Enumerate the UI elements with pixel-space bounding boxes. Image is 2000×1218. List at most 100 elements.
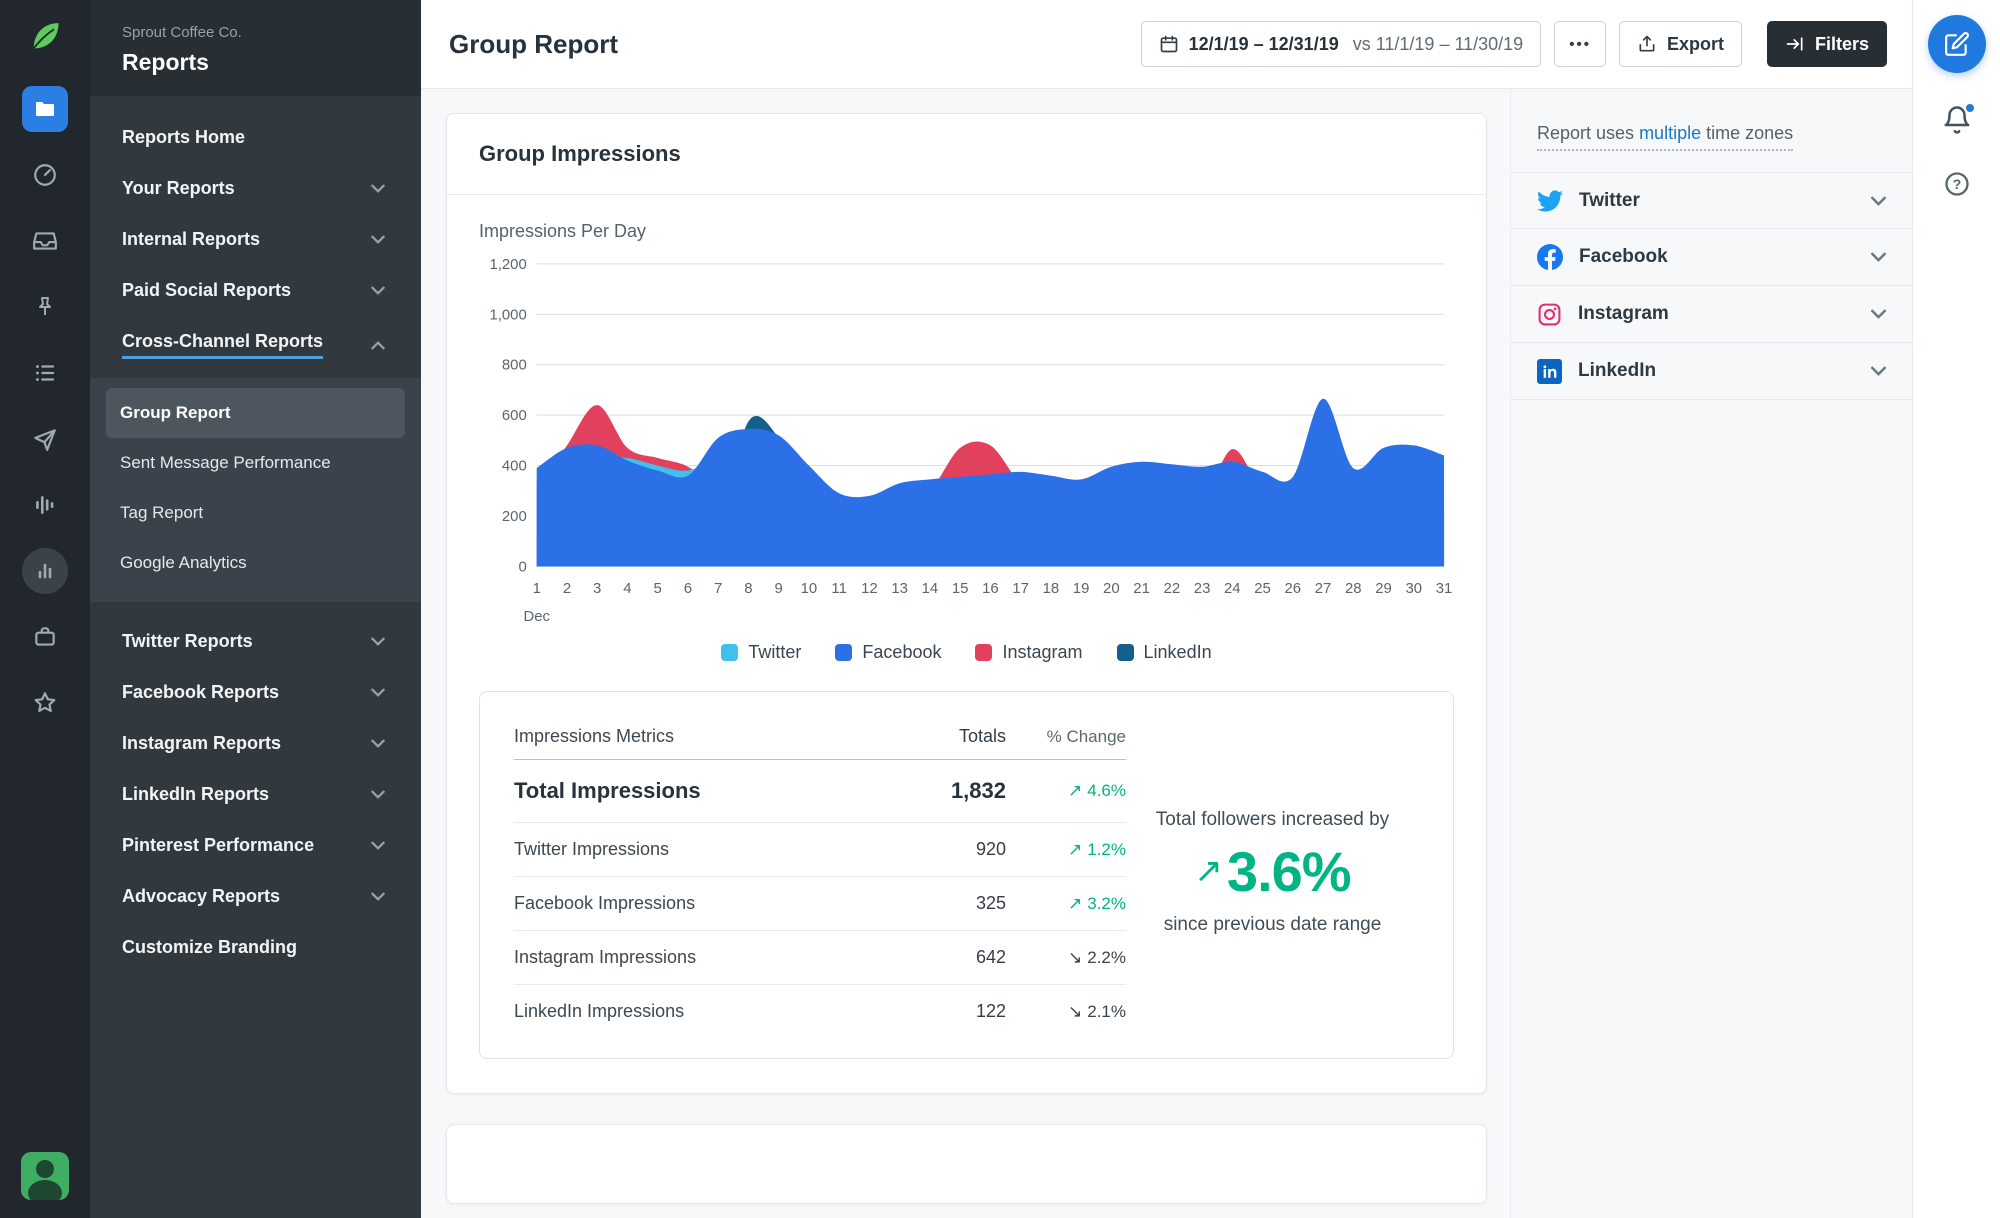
sidebar-header: Sprout Coffee Co. Reports [90, 0, 421, 96]
next-report-card-partial [446, 1124, 1487, 1204]
filters-button[interactable]: Filters [1767, 21, 1887, 67]
network-row-twitter[interactable]: Twitter [1511, 172, 1912, 229]
legend-item-facebook[interactable]: Facebook [835, 642, 941, 663]
trend-arrow-icon: ↘ [1068, 1002, 1082, 1022]
sidebar-item-paid-social-reports[interactable]: Paid Social Reports [90, 265, 421, 316]
network-row-linkedin[interactable]: LinkedIn [1511, 343, 1912, 400]
sidebar-subitem-group-report[interactable]: Group Report [106, 388, 405, 438]
impressions-metrics-box: Impressions Metrics Totals % Change Tota… [479, 691, 1454, 1059]
rail-item-feed[interactable] [22, 350, 68, 396]
rail-item-reports[interactable] [22, 548, 68, 594]
date-compare-value: vs 11/1/19 – 11/30/19 [1353, 34, 1523, 55]
followers-summary: Total followers increased by ↗ 3.6% sinc… [1126, 716, 1419, 1038]
notifications-button[interactable] [1942, 105, 1972, 140]
sidebar-bottom-group: Twitter Reports Facebook Reports Instagr… [90, 616, 421, 973]
rail-item-favorites[interactable] [22, 680, 68, 726]
rail-item-reports-folder[interactable] [22, 86, 68, 132]
svg-text:5: 5 [654, 580, 662, 597]
svg-text:600: 600 [502, 407, 527, 424]
metric-change: ↗3.2% [1006, 894, 1126, 914]
sidebar-item-instagram-reports[interactable]: Instagram Reports [90, 718, 421, 769]
sidebar-item-facebook-reports[interactable]: Facebook Reports [90, 667, 421, 718]
metrics-col-change: % Change [1006, 727, 1126, 747]
compose-button[interactable] [1928, 15, 1986, 73]
svg-text:14: 14 [922, 580, 939, 597]
card-title: Group Impressions [447, 114, 1486, 195]
metrics-col-totals: Totals [886, 726, 1006, 747]
svg-text:200: 200 [502, 508, 527, 525]
question-mark-icon: ? [1943, 170, 1971, 198]
network-row-facebook[interactable]: Facebook [1511, 229, 1912, 286]
network-label: Instagram [1578, 303, 1669, 325]
chevron-down-icon [371, 892, 385, 901]
user-avatar[interactable] [21, 1152, 69, 1200]
metric-label: Twitter Impressions [514, 839, 886, 860]
sidebar-item-reports-home[interactable]: Reports Home [90, 112, 421, 163]
svg-text:11: 11 [831, 580, 846, 597]
svg-text:23: 23 [1194, 580, 1211, 597]
svg-text:31: 31 [1436, 580, 1453, 597]
impressions-metrics-table: Impressions Metrics Totals % Change Tota… [514, 716, 1126, 1038]
sidebar-subitem-tag-report[interactable]: Tag Report [106, 488, 405, 538]
sidebar-item-label: Instagram Reports [122, 733, 281, 754]
legend-item-linkedin[interactable]: LinkedIn [1117, 642, 1212, 663]
rail-item-sent-messages[interactable] [22, 416, 68, 462]
area-series-facebook [537, 399, 1444, 567]
chevron-down-icon [1871, 366, 1886, 376]
network-list: Twitter Facebook Instagram [1511, 172, 1912, 400]
sidebar-item-cross-channel-reports[interactable]: Cross-Channel Reports [90, 316, 421, 374]
sidebar-subitem-sent-message-performance[interactable]: Sent Message Performance [106, 438, 405, 488]
summary-percent: 3.6% [1227, 839, 1351, 904]
card-body: Impressions Per Day 02004006008001,0001,… [447, 195, 1486, 1093]
sprout-logo[interactable] [25, 16, 65, 56]
sidebar-item-twitter-reports[interactable]: Twitter Reports [90, 616, 421, 667]
linkedin-icon [1537, 359, 1562, 384]
legend-item-twitter[interactable]: Twitter [721, 642, 801, 663]
inbox-icon [32, 228, 58, 254]
legend-label: LinkedIn [1144, 642, 1212, 663]
network-label: Twitter [1579, 190, 1640, 212]
sidebar-item-label: LinkedIn Reports [122, 784, 269, 805]
facebook-icon [1537, 244, 1563, 270]
rail-item-cases[interactable] [22, 614, 68, 660]
chevron-down-icon [371, 841, 385, 850]
trend-arrow-icon: ↘ [1068, 948, 1082, 968]
network-label: Facebook [1579, 246, 1668, 268]
sidebar-item-pinterest-performance[interactable]: Pinterest Performance [90, 820, 421, 871]
network-row-instagram[interactable]: Instagram [1511, 286, 1912, 343]
sidebar-item-linkedin-reports[interactable]: LinkedIn Reports [90, 769, 421, 820]
svg-text:7: 7 [714, 580, 722, 597]
svg-text:22: 22 [1164, 580, 1181, 597]
legend-label: Instagram [1002, 642, 1082, 663]
filters-arrow-icon [1785, 34, 1805, 54]
sidebar-item-internal-reports[interactable]: Internal Reports [90, 214, 421, 265]
sidebar-item-advocacy-reports[interactable]: Advocacy Reports [90, 871, 421, 922]
sprout-leaf-icon [27, 18, 63, 54]
main-column: Group Report 12/1/19 – 12/31/19 vs 11/1/… [421, 0, 1912, 1218]
cross-channel-subnav: Group Report Sent Message Performance Ta… [90, 378, 421, 602]
svg-text:10: 10 [801, 580, 818, 597]
timezone-multiple-link[interactable]: multiple [1639, 123, 1701, 143]
date-range-button[interactable]: 12/1/19 – 12/31/19 vs 11/1/19 – 11/30/19 [1141, 21, 1542, 67]
svg-text:30: 30 [1405, 580, 1422, 597]
rail-item-inbox[interactable] [22, 218, 68, 264]
summary-line2: since previous date range [1164, 914, 1382, 936]
metric-total: 122 [886, 1001, 1006, 1022]
sidebar-item-customize-branding[interactable]: Customize Branding [90, 922, 421, 973]
more-options-button[interactable]: ••• [1554, 21, 1606, 67]
chevron-down-icon [1871, 252, 1886, 262]
export-button[interactable]: Export [1619, 21, 1742, 67]
sidebar-subitem-google-analytics[interactable]: Google Analytics [106, 538, 405, 588]
rail-item-publishing[interactable] [22, 284, 68, 330]
rail-item-listening[interactable] [22, 482, 68, 528]
metric-total: 920 [886, 839, 1006, 860]
legend-swatch-instagram [975, 644, 992, 661]
sidebar-item-label: Customize Branding [122, 937, 297, 958]
chart-container[interactable]: 02004006008001,0001,20012345678910111213… [479, 250, 1454, 628]
rail-item-dashboard[interactable] [22, 152, 68, 198]
chevron-down-icon [371, 184, 385, 193]
help-button[interactable]: ? [1943, 170, 1971, 203]
legend-item-instagram[interactable]: Instagram [975, 642, 1082, 663]
sidebar-item-your-reports[interactable]: Your Reports [90, 163, 421, 214]
calendar-icon [1159, 34, 1179, 54]
